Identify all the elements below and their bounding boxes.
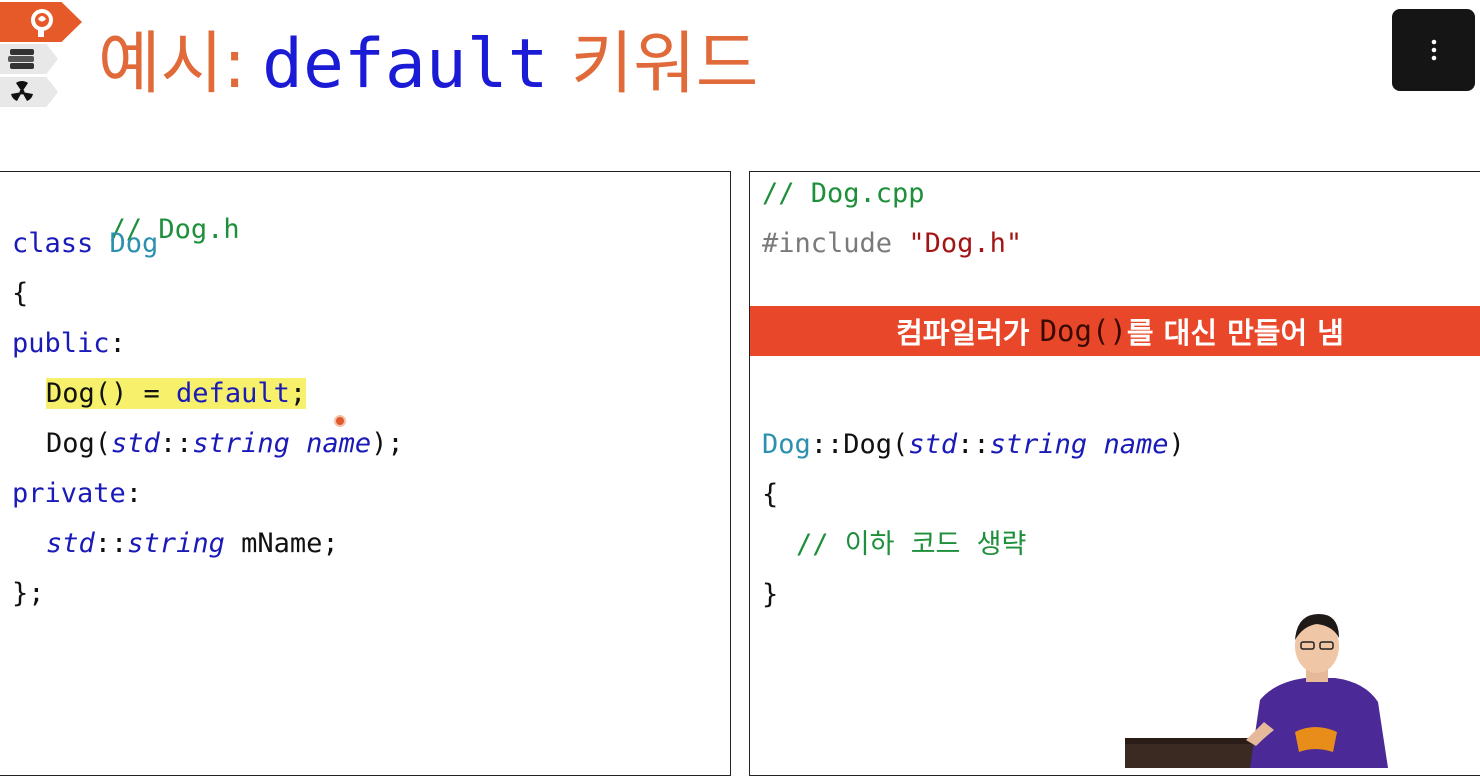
header-code-panel: // Dog.h class Dog { public: Dog() = def… xyxy=(0,171,731,776)
code-type: string xyxy=(127,528,225,559)
code-text: :: xyxy=(159,428,193,459)
code-line: // 이하 코드 생략 xyxy=(796,527,1026,563)
title-suffix: 키워드 xyxy=(570,25,759,104)
code-type: string xyxy=(989,429,1088,460)
code-text: ) xyxy=(1168,429,1185,460)
code-line: { xyxy=(762,477,778,513)
code-line: Dog::Dog(std::string name) xyxy=(762,427,1185,463)
compiler-note-banner: 컴파일러가 Dog() 를 대신 만들어 냄 xyxy=(750,306,1480,356)
code-line: // Dog.h xyxy=(12,176,240,245)
title-colon: : xyxy=(223,25,247,104)
code-text: }; xyxy=(12,578,45,609)
code-line: class Dog xyxy=(12,226,158,262)
banner-text: 를 대신 만들어 냄 xyxy=(1126,316,1344,350)
code-text: :: xyxy=(957,429,990,460)
slide-title: 예시 : default 키워드 xyxy=(98,20,758,110)
topic-icon-stack xyxy=(0,0,90,112)
more-options-button[interactable] xyxy=(1392,9,1475,91)
code-text: { xyxy=(762,479,779,510)
code-line: }; xyxy=(12,576,45,612)
code-text: : xyxy=(109,328,126,359)
code-text: ::Dog( xyxy=(810,429,909,460)
code-text: ; xyxy=(289,378,307,409)
code-line: private: xyxy=(12,476,142,512)
radiation-icon xyxy=(0,77,58,107)
banner-code: Dog() xyxy=(1039,314,1127,348)
brain-icon xyxy=(0,2,82,42)
code-text: } xyxy=(762,579,779,610)
banner-text: 컴파일러가 xyxy=(896,316,1040,350)
code-text: : xyxy=(125,478,143,509)
code-keyword: private xyxy=(12,478,126,509)
title-keyword: default xyxy=(262,25,549,104)
code-namespace: std xyxy=(46,528,95,559)
code-type: string xyxy=(192,428,290,459)
code-line: #include "Dog.h" xyxy=(762,226,1022,262)
code-preprocessor: #include xyxy=(762,228,893,259)
highlighted-code-line: Dog() = default; xyxy=(46,376,307,412)
code-highlight: Dog() = default; xyxy=(46,378,307,409)
code-param: name xyxy=(1103,429,1169,460)
code-line: std::string mName; xyxy=(46,526,339,562)
code-text: :: xyxy=(94,528,128,559)
code-param: name xyxy=(306,428,372,459)
code-namespace: std xyxy=(908,429,958,460)
presenter-video xyxy=(1125,614,1388,768)
code-line: } xyxy=(762,577,778,613)
code-text: Dog() = xyxy=(46,378,177,409)
code-line: // Dog.cpp xyxy=(762,176,925,212)
books-icon xyxy=(0,44,58,74)
code-text: ); xyxy=(371,428,404,459)
code-type: Dog xyxy=(109,228,159,259)
title-prefix: 예시 xyxy=(98,25,224,104)
code-type: Dog xyxy=(762,429,811,460)
code-comment: // 이하 코드 생략 xyxy=(796,529,1027,560)
code-line: { xyxy=(12,276,28,312)
code-keyword: default xyxy=(176,378,290,409)
code-keyword: class xyxy=(12,228,94,259)
laser-pointer-dot xyxy=(336,417,344,425)
code-keyword: public xyxy=(12,328,110,359)
code-text: mName; xyxy=(224,528,339,559)
code-namespace: std xyxy=(111,428,160,459)
code-text: { xyxy=(12,278,29,309)
more-vertical-icon xyxy=(1431,39,1436,61)
code-string: "Dog.h" xyxy=(908,228,1023,259)
code-comment: // Dog.cpp xyxy=(762,178,925,209)
code-text: Dog( xyxy=(46,428,112,459)
code-line: Dog(std::string name); xyxy=(46,426,404,462)
code-line: public: xyxy=(12,326,126,362)
